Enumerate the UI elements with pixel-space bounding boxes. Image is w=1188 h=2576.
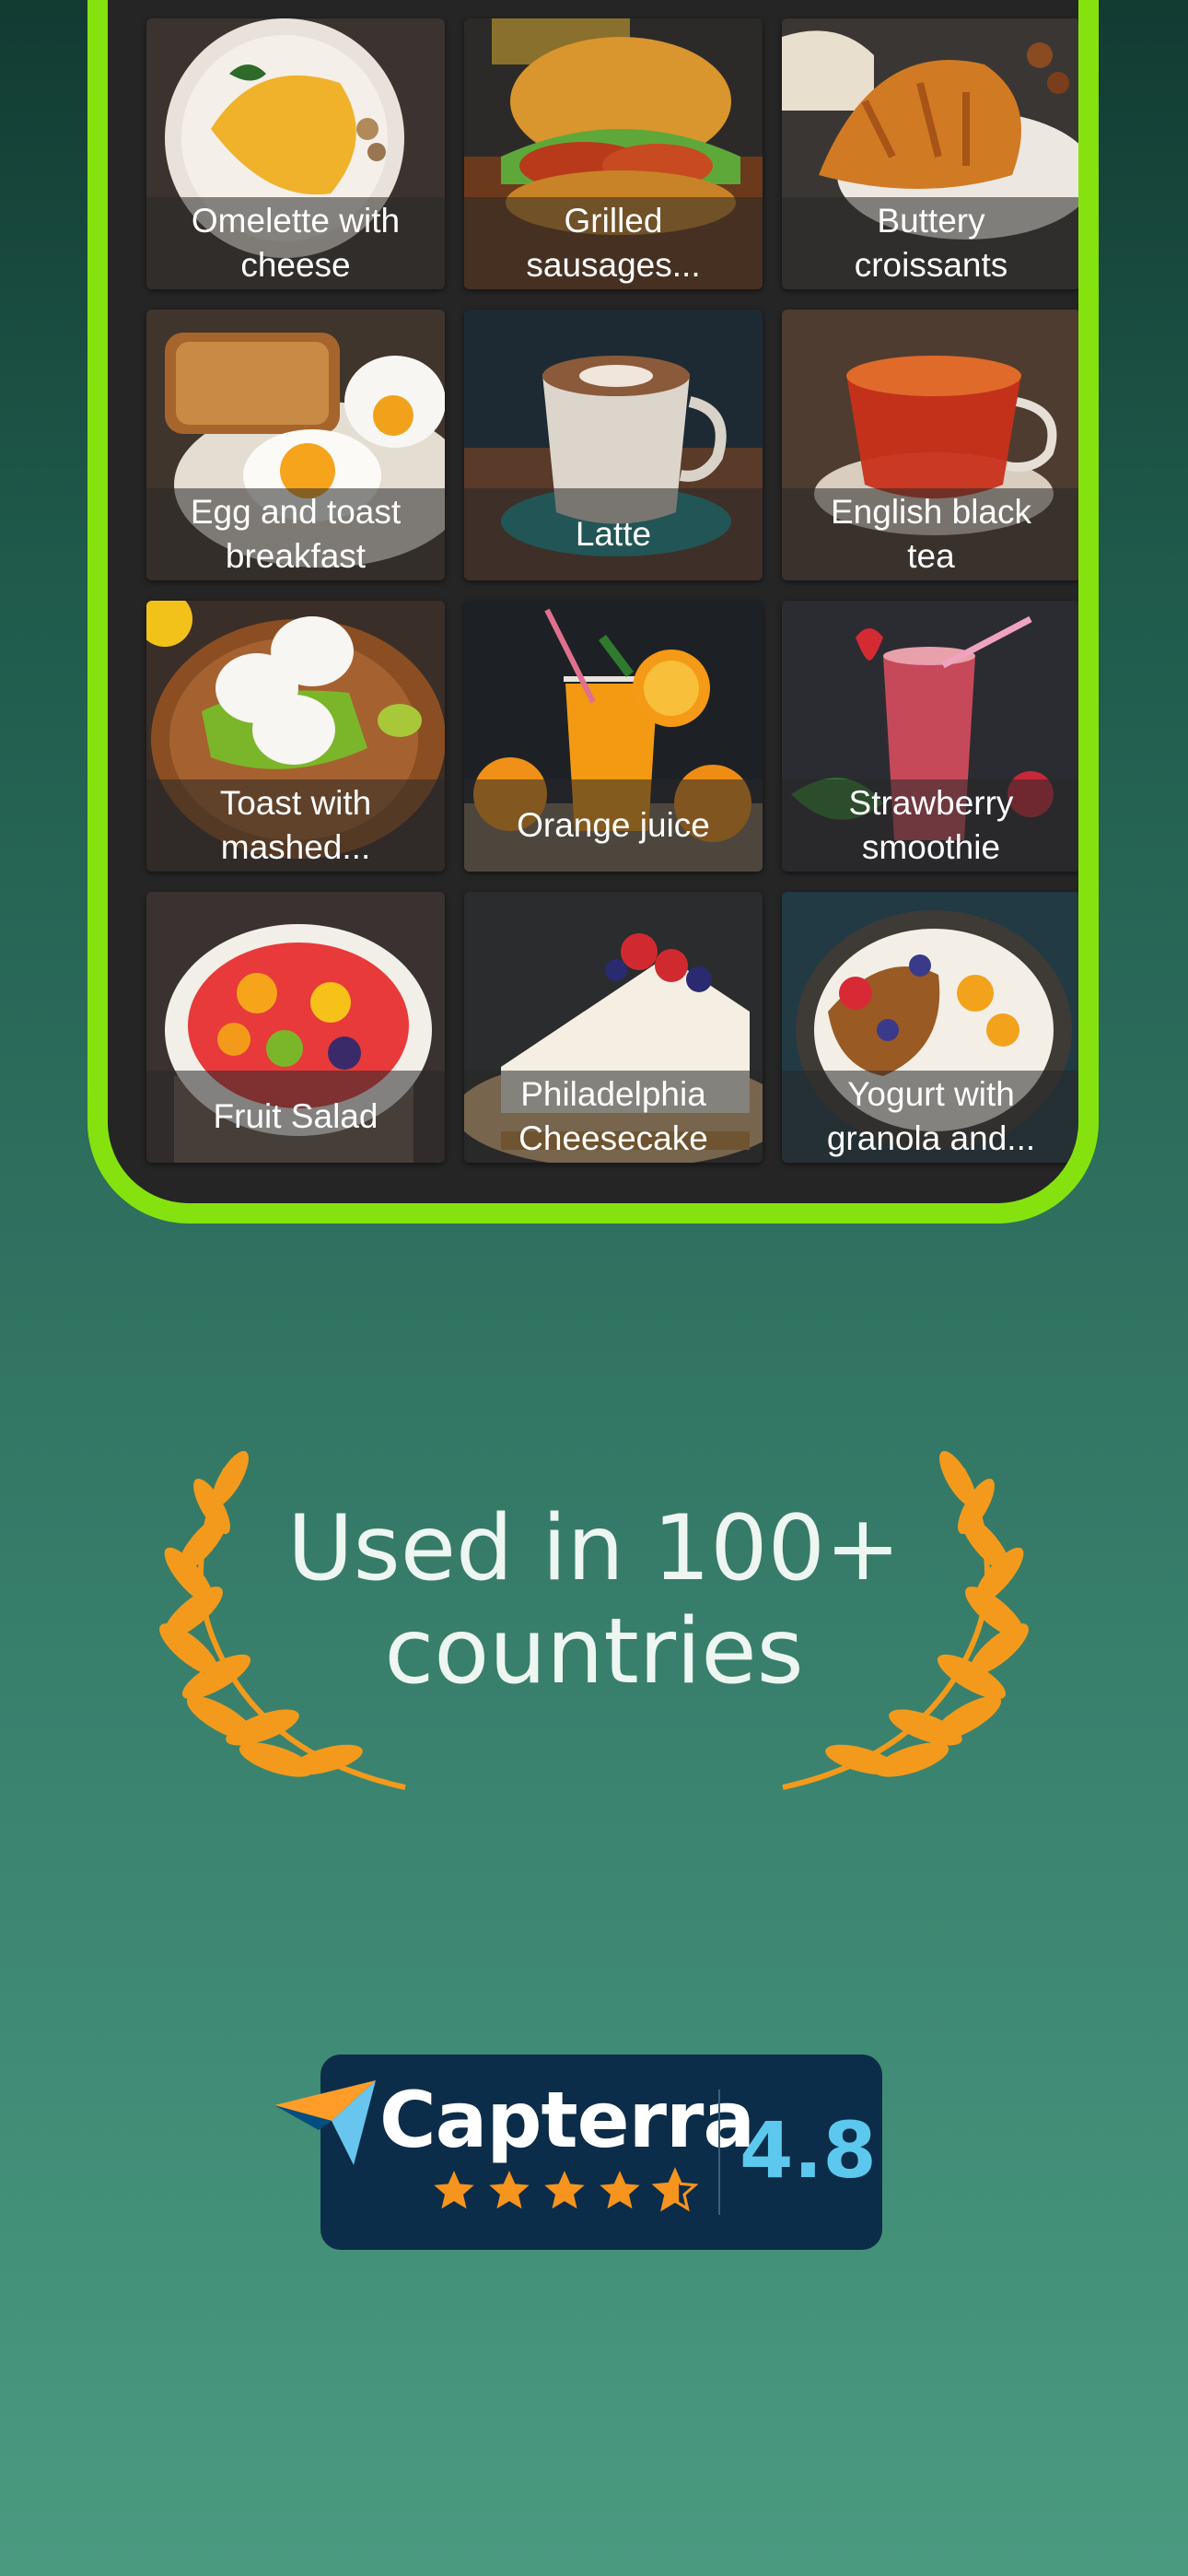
food-tile-black-tea[interactable]: English black tea bbox=[782, 310, 1078, 580]
capterra-flag-icon bbox=[274, 2080, 376, 2165]
food-tile-croissants[interactable]: Buttery croissants bbox=[782, 18, 1078, 289]
food-tile-grilled-sausages[interactable]: Grilled sausages... bbox=[464, 18, 763, 289]
star-icon bbox=[489, 2171, 530, 2209]
star-icon bbox=[434, 2171, 474, 2209]
star-half-icon bbox=[652, 2167, 698, 2212]
tile-caption: Omelette with cheese bbox=[146, 197, 445, 289]
rating-stars bbox=[431, 2167, 698, 2213]
food-tile-avocado-toast[interactable]: Toast with mashed... bbox=[146, 601, 445, 872]
star-icon bbox=[544, 2171, 585, 2209]
food-tile-latte[interactable]: Latte bbox=[464, 310, 763, 580]
tile-caption: English black tea bbox=[782, 488, 1078, 580]
food-tile-orange-juice[interactable]: Orange juice bbox=[464, 601, 763, 872]
headline-line-1: Used in 100+ bbox=[286, 1496, 902, 1601]
tile-caption: Strawberry smoothie bbox=[782, 779, 1078, 872]
capterra-wordmark: Capterra bbox=[379, 2075, 755, 2165]
food-grid: Omelette withcheese Grilledsausages... bbox=[146, 18, 1078, 1163]
usage-headline: Used in 100+ countries bbox=[0, 1497, 1188, 1704]
badge-divider bbox=[718, 2090, 720, 2215]
rating-score: 4.8 bbox=[740, 2105, 877, 2195]
phone-frame: Omelette withcheese Grilledsausages... bbox=[87, 0, 1099, 1224]
headline-line-2: countries bbox=[384, 1599, 804, 1704]
food-tile-cheesecake[interactable]: Philadelphia Cheesecake bbox=[464, 892, 763, 1163]
tile-caption: Orange juice bbox=[464, 779, 763, 872]
tile-caption: Buttery croissants bbox=[782, 197, 1078, 289]
food-tile-yogurt-granola[interactable]: Yogurt with granola and... bbox=[782, 892, 1078, 1163]
star-icon bbox=[600, 2171, 640, 2209]
tile-caption: Fruit Salad bbox=[146, 1071, 445, 1163]
food-tile-omelette[interactable]: Omelette with cheese bbox=[146, 18, 445, 289]
food-tile-egg-toast[interactable]: Egg and toast breakfast bbox=[146, 310, 445, 580]
capterra-rating-badge[interactable]: Capterra 4.8 bbox=[274, 2055, 882, 2250]
phone-screen: Omelette withcheese Grilledsausages... bbox=[108, 0, 1078, 1203]
food-tile-strawberry-smoothie[interactable]: Strawberry smoothie bbox=[782, 601, 1078, 872]
tile-caption: Toast with mashed... bbox=[146, 779, 445, 872]
tile-caption: Grilled sausages... bbox=[464, 197, 763, 289]
tile-caption: Yogurt with granola and... bbox=[782, 1071, 1078, 1163]
tile-caption: Egg and toast breakfast bbox=[146, 488, 445, 580]
food-tile-fruit-salad[interactable]: Fruit Salad bbox=[146, 892, 445, 1163]
tile-caption: Philadelphia Cheesecake bbox=[464, 1071, 763, 1163]
tile-caption: Latte bbox=[464, 488, 763, 580]
